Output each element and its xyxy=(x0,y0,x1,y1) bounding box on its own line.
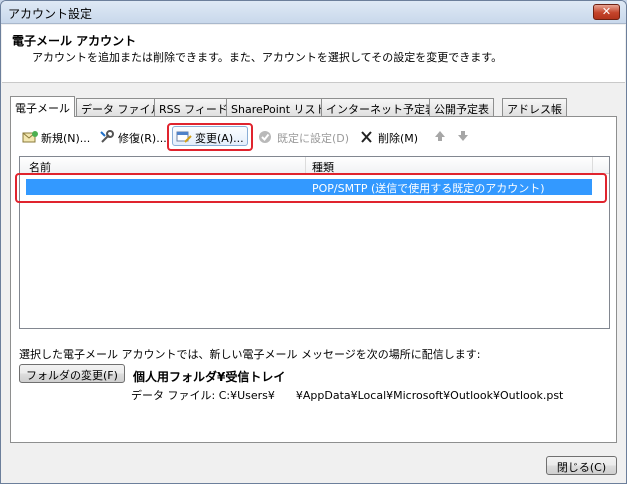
header-description: アカウントを追加または削除できます。また、アカウントを選択してその設定を変更でき… xyxy=(32,51,503,64)
repair-wrench-icon xyxy=(99,130,115,144)
account-settings-window: アカウント設定 ✕ 電子メール アカウント アカウントを追加または削除できます。… xyxy=(0,0,627,484)
change-folder-button[interactable]: フォルダの変更(F) xyxy=(19,364,125,383)
delete-x-icon xyxy=(359,130,375,144)
email-tab-panel: 新規(N)... 修復(R)... 変更(A)... 既定に設定(D) 削除(M xyxy=(10,116,617,443)
move-up-button[interactable] xyxy=(429,127,451,147)
set-default-button[interactable]: 既定に設定(D) xyxy=(255,127,352,147)
change-account-label: 変更(A)... xyxy=(195,132,244,145)
delete-account-button[interactable]: 削除(M) xyxy=(356,127,421,147)
tab-address-books[interactable]: アドレス帳 xyxy=(502,98,567,116)
window-close-button[interactable]: ✕ xyxy=(593,4,620,20)
header-area: 電子メール アカウント アカウントを追加または削除できます。また、アカウントを選… xyxy=(2,25,625,83)
column-header-name[interactable]: 名前 xyxy=(29,159,51,175)
arrow-down-icon xyxy=(455,130,471,144)
move-down-button[interactable] xyxy=(452,127,474,147)
new-account-button[interactable]: 新規(N)... xyxy=(19,127,93,147)
account-list-header: 名前 種類 xyxy=(20,157,609,174)
column-separator[interactable] xyxy=(592,157,593,174)
tab-data-files[interactable]: データ ファイル xyxy=(76,98,167,116)
tab-email[interactable]: 電子メール xyxy=(10,96,75,117)
column-separator[interactable] xyxy=(305,157,306,174)
data-file-path: データ ファイル: C:¥Users¥ ¥AppData¥Local¥Micro… xyxy=(131,389,564,402)
delivery-description: 選択した電子メール アカウントでは、新しい電子メール メッセージを次の場所に配信… xyxy=(19,348,481,361)
change-account-button[interactable]: 変更(A)... xyxy=(172,126,248,146)
repair-account-button[interactable]: 修復(R)... xyxy=(96,127,170,147)
tab-sharepoint-lists[interactable]: SharePoint リスト xyxy=(226,98,332,116)
column-header-type[interactable]: 種類 xyxy=(312,159,334,175)
delivery-folder-name: 個人用フォルダ¥受信トレイ xyxy=(133,370,286,384)
account-list[interactable]: 名前 種類 POP/SMTP (送信で使用する既定のアカウント) xyxy=(19,156,610,329)
tab-rss-feeds[interactable]: RSS フィード xyxy=(154,98,233,116)
tab-published-calendars[interactable]: 公開予定表 xyxy=(429,98,494,116)
repair-account-label: 修復(R)... xyxy=(118,132,167,145)
close-button[interactable]: 閉じる(C) xyxy=(546,456,617,475)
window-title: アカウント設定 xyxy=(8,7,93,21)
new-account-icon xyxy=(22,130,38,144)
new-account-label: 新規(N)... xyxy=(41,132,91,145)
account-row[interactable]: POP/SMTP (送信で使用する既定のアカウント) xyxy=(26,179,592,195)
header-title: 電子メール アカウント xyxy=(12,34,137,48)
account-type: POP/SMTP (送信で使用する既定のアカウント) xyxy=(312,182,545,195)
change-account-icon xyxy=(176,130,192,144)
arrow-up-icon xyxy=(432,130,448,144)
title-bar[interactable]: アカウント設定 ✕ xyxy=(1,1,626,24)
tab-internet-calendars[interactable]: インターネット予定表 xyxy=(321,98,441,116)
delete-account-label: 削除(M) xyxy=(378,132,419,145)
check-circle-icon xyxy=(258,130,274,144)
set-default-label: 既定に設定(D) xyxy=(277,132,350,145)
